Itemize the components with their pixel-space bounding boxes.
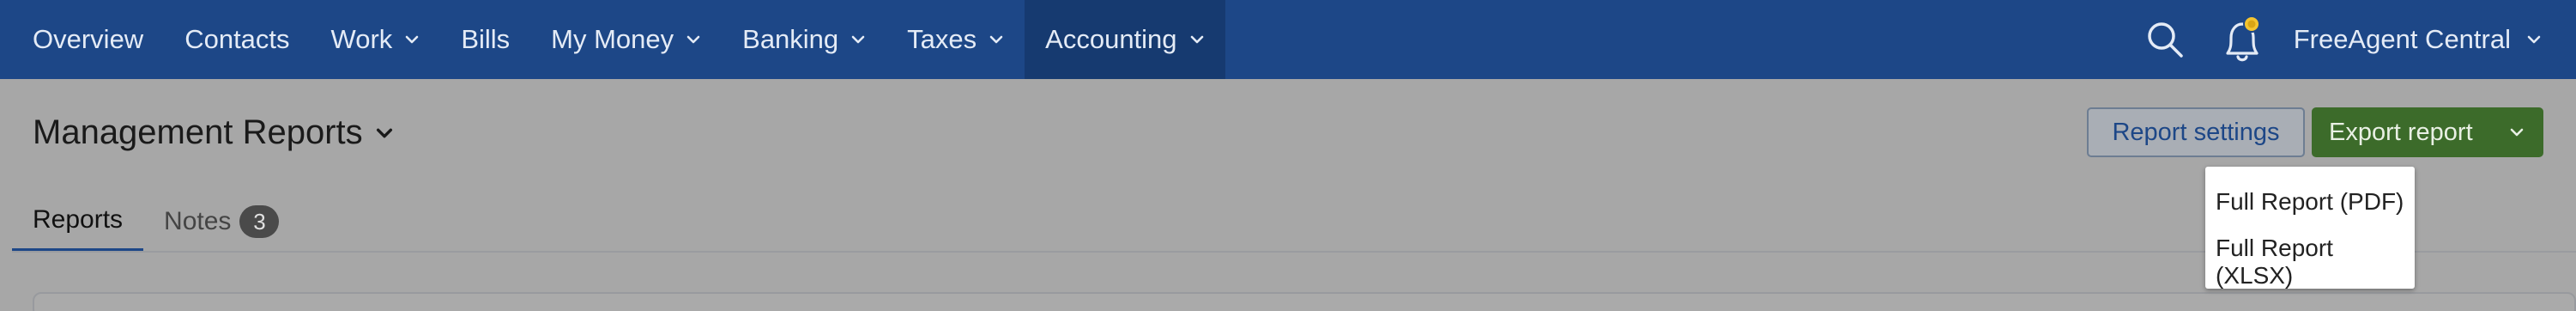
nav-utilities: FreeAgent Central (2139, 0, 2576, 79)
nav-item-label: My Money (551, 24, 674, 54)
tab-reports[interactable]: Reports (12, 191, 144, 253)
chevron-down-icon (404, 32, 420, 47)
nav-item-label: Contacts (184, 24, 290, 54)
page-title[interactable]: Management Reports (33, 113, 394, 152)
nav-item-my-money[interactable]: My Money (530, 0, 722, 79)
search-button[interactable] (2139, 14, 2191, 65)
export-menu: Full Report (PDF) Full Report (XLSX) (2205, 167, 2415, 289)
export-report-label: Export report (2329, 118, 2473, 146)
nav-item-accounting[interactable]: Accounting (1025, 0, 1225, 79)
tab-notes[interactable]: Notes 3 (143, 191, 299, 253)
chevron-down-icon (1189, 32, 1205, 47)
tabs-divider (12, 251, 2576, 253)
nav-item-label: Overview (33, 24, 144, 54)
nav-item-banking[interactable]: Banking (722, 0, 886, 79)
nav-item-label: Banking (742, 24, 839, 54)
page-title-text: Management Reports (33, 113, 363, 151)
notifications-button[interactable] (2216, 14, 2268, 65)
export-menu-item-xlsx[interactable]: Full Report (XLSX) (2205, 232, 2415, 292)
nav-item-label: Accounting (1045, 24, 1177, 54)
chevron-down-icon (375, 124, 394, 143)
nav-item-work[interactable]: Work (311, 0, 441, 79)
export-report-button[interactable]: Export report (2312, 107, 2543, 157)
top-navigation: Overview Contacts Work Bills My Money Ba… (0, 0, 2576, 79)
chevron-down-icon (989, 32, 1004, 47)
report-panel (33, 292, 2576, 311)
report-settings-button[interactable]: Report settings (2087, 107, 2305, 157)
report-tabs: Reports Notes 3 (12, 191, 299, 253)
tab-label: Reports (33, 204, 124, 234)
nav-item-contacts[interactable]: Contacts (164, 0, 310, 79)
main-menu: Overview Contacts Work Bills My Money Ba… (0, 0, 1225, 79)
tab-label: Notes (164, 207, 232, 235)
bell-icon (2219, 14, 2265, 65)
search-icon (2144, 19, 2186, 60)
nav-item-bills[interactable]: Bills (440, 0, 530, 79)
chevron-down-icon (2509, 125, 2525, 140)
chevron-down-icon (686, 32, 701, 47)
nav-item-label: Work (330, 24, 393, 54)
company-switcher[interactable]: FreeAgent Central (2268, 24, 2576, 55)
nav-item-overview[interactable]: Overview (12, 0, 164, 79)
chevron-down-icon (2526, 32, 2542, 47)
nav-item-taxes[interactable]: Taxes (886, 0, 1025, 79)
nav-item-label: Bills (461, 24, 511, 54)
nav-item-label: Taxes (907, 24, 977, 54)
export-menu-item-pdf[interactable]: Full Report (PDF) (2205, 172, 2415, 232)
chevron-down-icon (850, 32, 866, 47)
notes-count-badge: 3 (239, 205, 280, 238)
company-name: FreeAgent Central (2293, 24, 2511, 54)
